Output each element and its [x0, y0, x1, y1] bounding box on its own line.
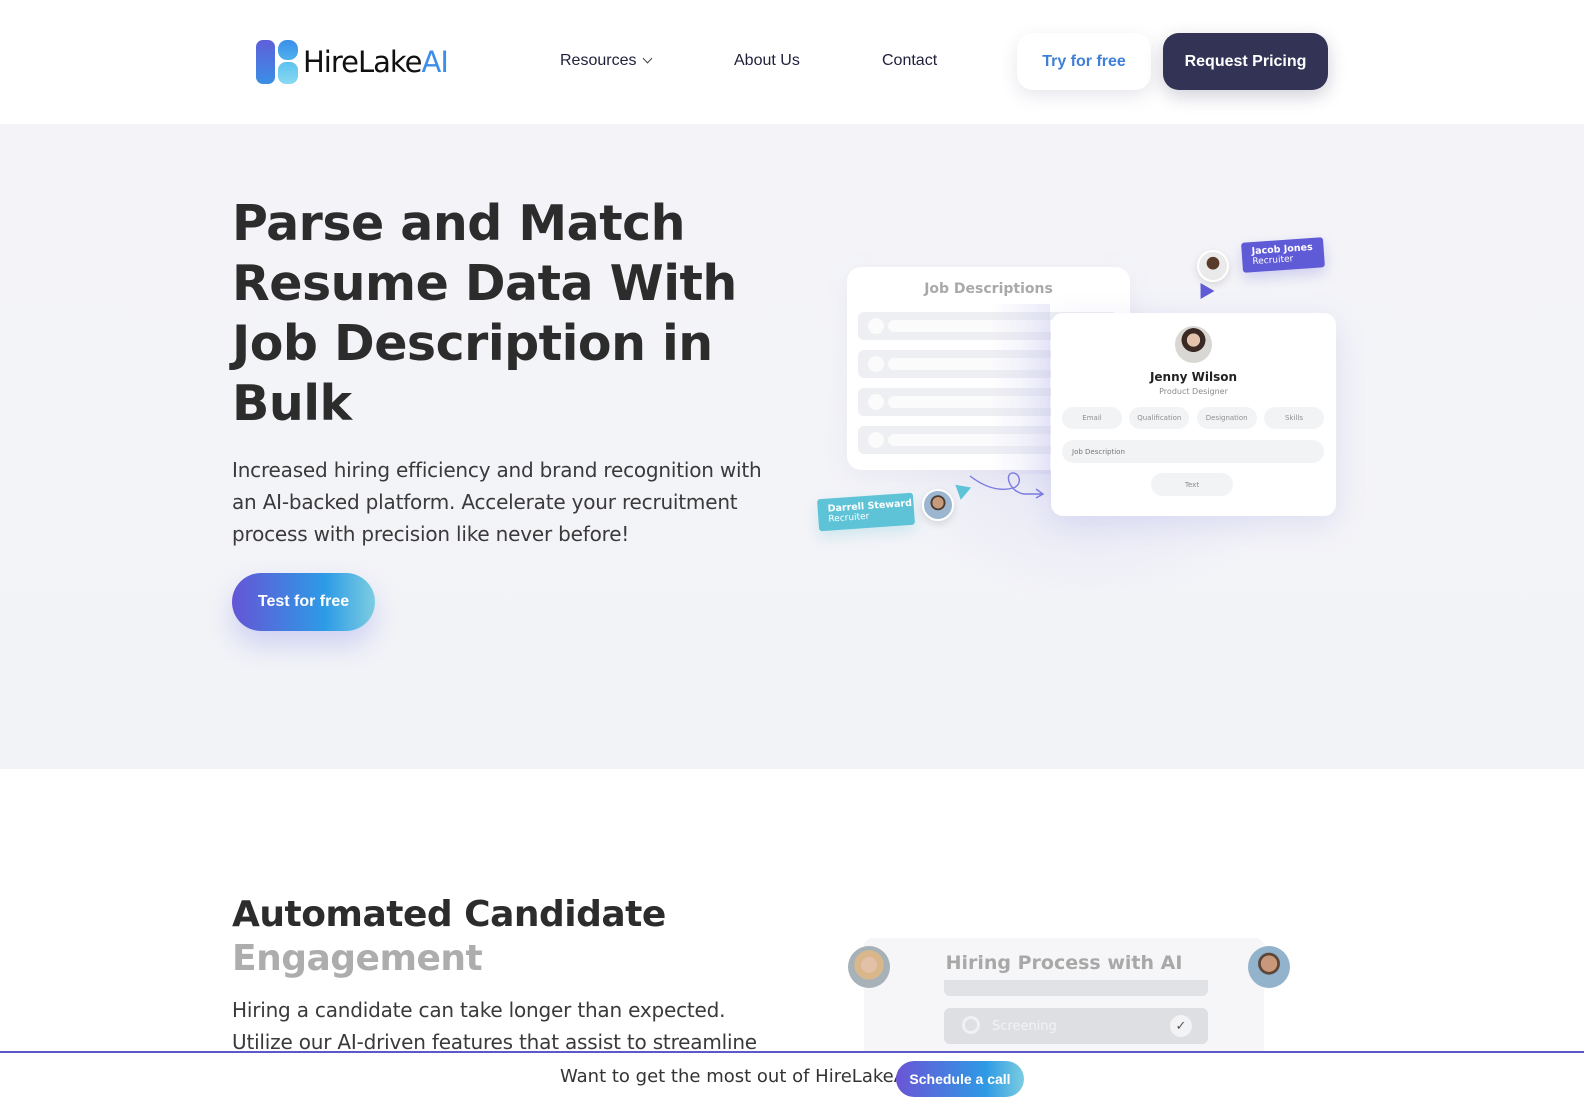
sticky-cta-text: Want to get the most out of HireLakeAI?: [560, 1066, 921, 1087]
section-title: Automated Candidate Engagement: [232, 894, 666, 979]
request-pricing-button[interactable]: Request Pricing: [1163, 33, 1328, 90]
candidate-profile-card: Jenny Wilson Product Designer Email Qual…: [1051, 313, 1336, 516]
nav-about-us[interactable]: About Us: [734, 52, 800, 70]
logo-mark-icon: [256, 40, 300, 84]
profile-tags: Email Qualification Designation Skills: [1062, 407, 1324, 429]
recruiter-tag-jacob: Jacob Jones Recruiter: [1241, 237, 1325, 273]
avatar: [848, 946, 890, 988]
step-screening: Screening ✓: [944, 1008, 1208, 1044]
candidate-role: Product Designer: [1159, 387, 1228, 396]
try-for-free-button[interactable]: Try for free: [1017, 33, 1151, 90]
list-item: [944, 980, 1208, 996]
text-pill: Text: [1151, 473, 1233, 496]
nav-about-label: About Us: [734, 52, 800, 69]
tag-designation: Designation: [1196, 407, 1257, 429]
nav-contact[interactable]: Contact: [882, 52, 937, 70]
tag-email: Email: [1062, 407, 1122, 429]
schedule-call-button[interactable]: Schedule a call: [896, 1061, 1024, 1097]
check-icon: ✓: [1170, 1015, 1192, 1037]
nav-resources-label: Resources: [560, 52, 637, 69]
job-description-field: Job Description: [1062, 440, 1324, 463]
chevron-down-icon: [643, 53, 653, 64]
avatar: [1248, 946, 1290, 988]
test-for-free-button[interactable]: Test for free: [232, 573, 375, 631]
avatar: [1175, 326, 1212, 363]
job-descriptions-title: Job Descriptions: [924, 281, 1053, 297]
hero-subtitle: Increased hiring efficiency and brand re…: [232, 458, 762, 546]
recruiter-tag-darrell: Darrell Steward Recruiter: [817, 492, 915, 532]
nav-contact-label: Contact: [882, 52, 938, 69]
avatar: [922, 489, 954, 521]
logo[interactable]: HireLakeAI: [256, 40, 449, 84]
sticky-cta-bar: Want to get the most out of HireLakeAI? …: [0, 1051, 1584, 1105]
hiring-process-title: Hiring Process with AI: [945, 952, 1183, 974]
hiring-process-illustration: Hiring Process with AI Screening ✓: [848, 938, 1292, 1058]
tag-qualification: Qualification: [1129, 407, 1190, 429]
avatar: [1197, 250, 1229, 282]
candidate-name: Jenny Wilson: [1149, 370, 1238, 384]
section-body: Hiring a candidate can take longer than …: [232, 998, 757, 1054]
tag-skills: Skills: [1263, 407, 1324, 429]
hero-illustration: Job Descriptions Jenny Wilson Product De…: [800, 224, 1360, 664]
hero-title: Parse and Match Resume Data With Job Des…: [232, 195, 737, 432]
hero-section: Parse and Match Resume Data With Job Des…: [0, 124, 1584, 769]
nav-resources[interactable]: Resources: [560, 52, 653, 70]
logo-text: HireLakeAI: [303, 45, 449, 79]
user-search-icon: [962, 1016, 980, 1034]
curly-arrow-icon: [969, 472, 1045, 499]
site-header: HireLakeAI Resources About Us Contact Tr…: [0, 0, 1584, 124]
